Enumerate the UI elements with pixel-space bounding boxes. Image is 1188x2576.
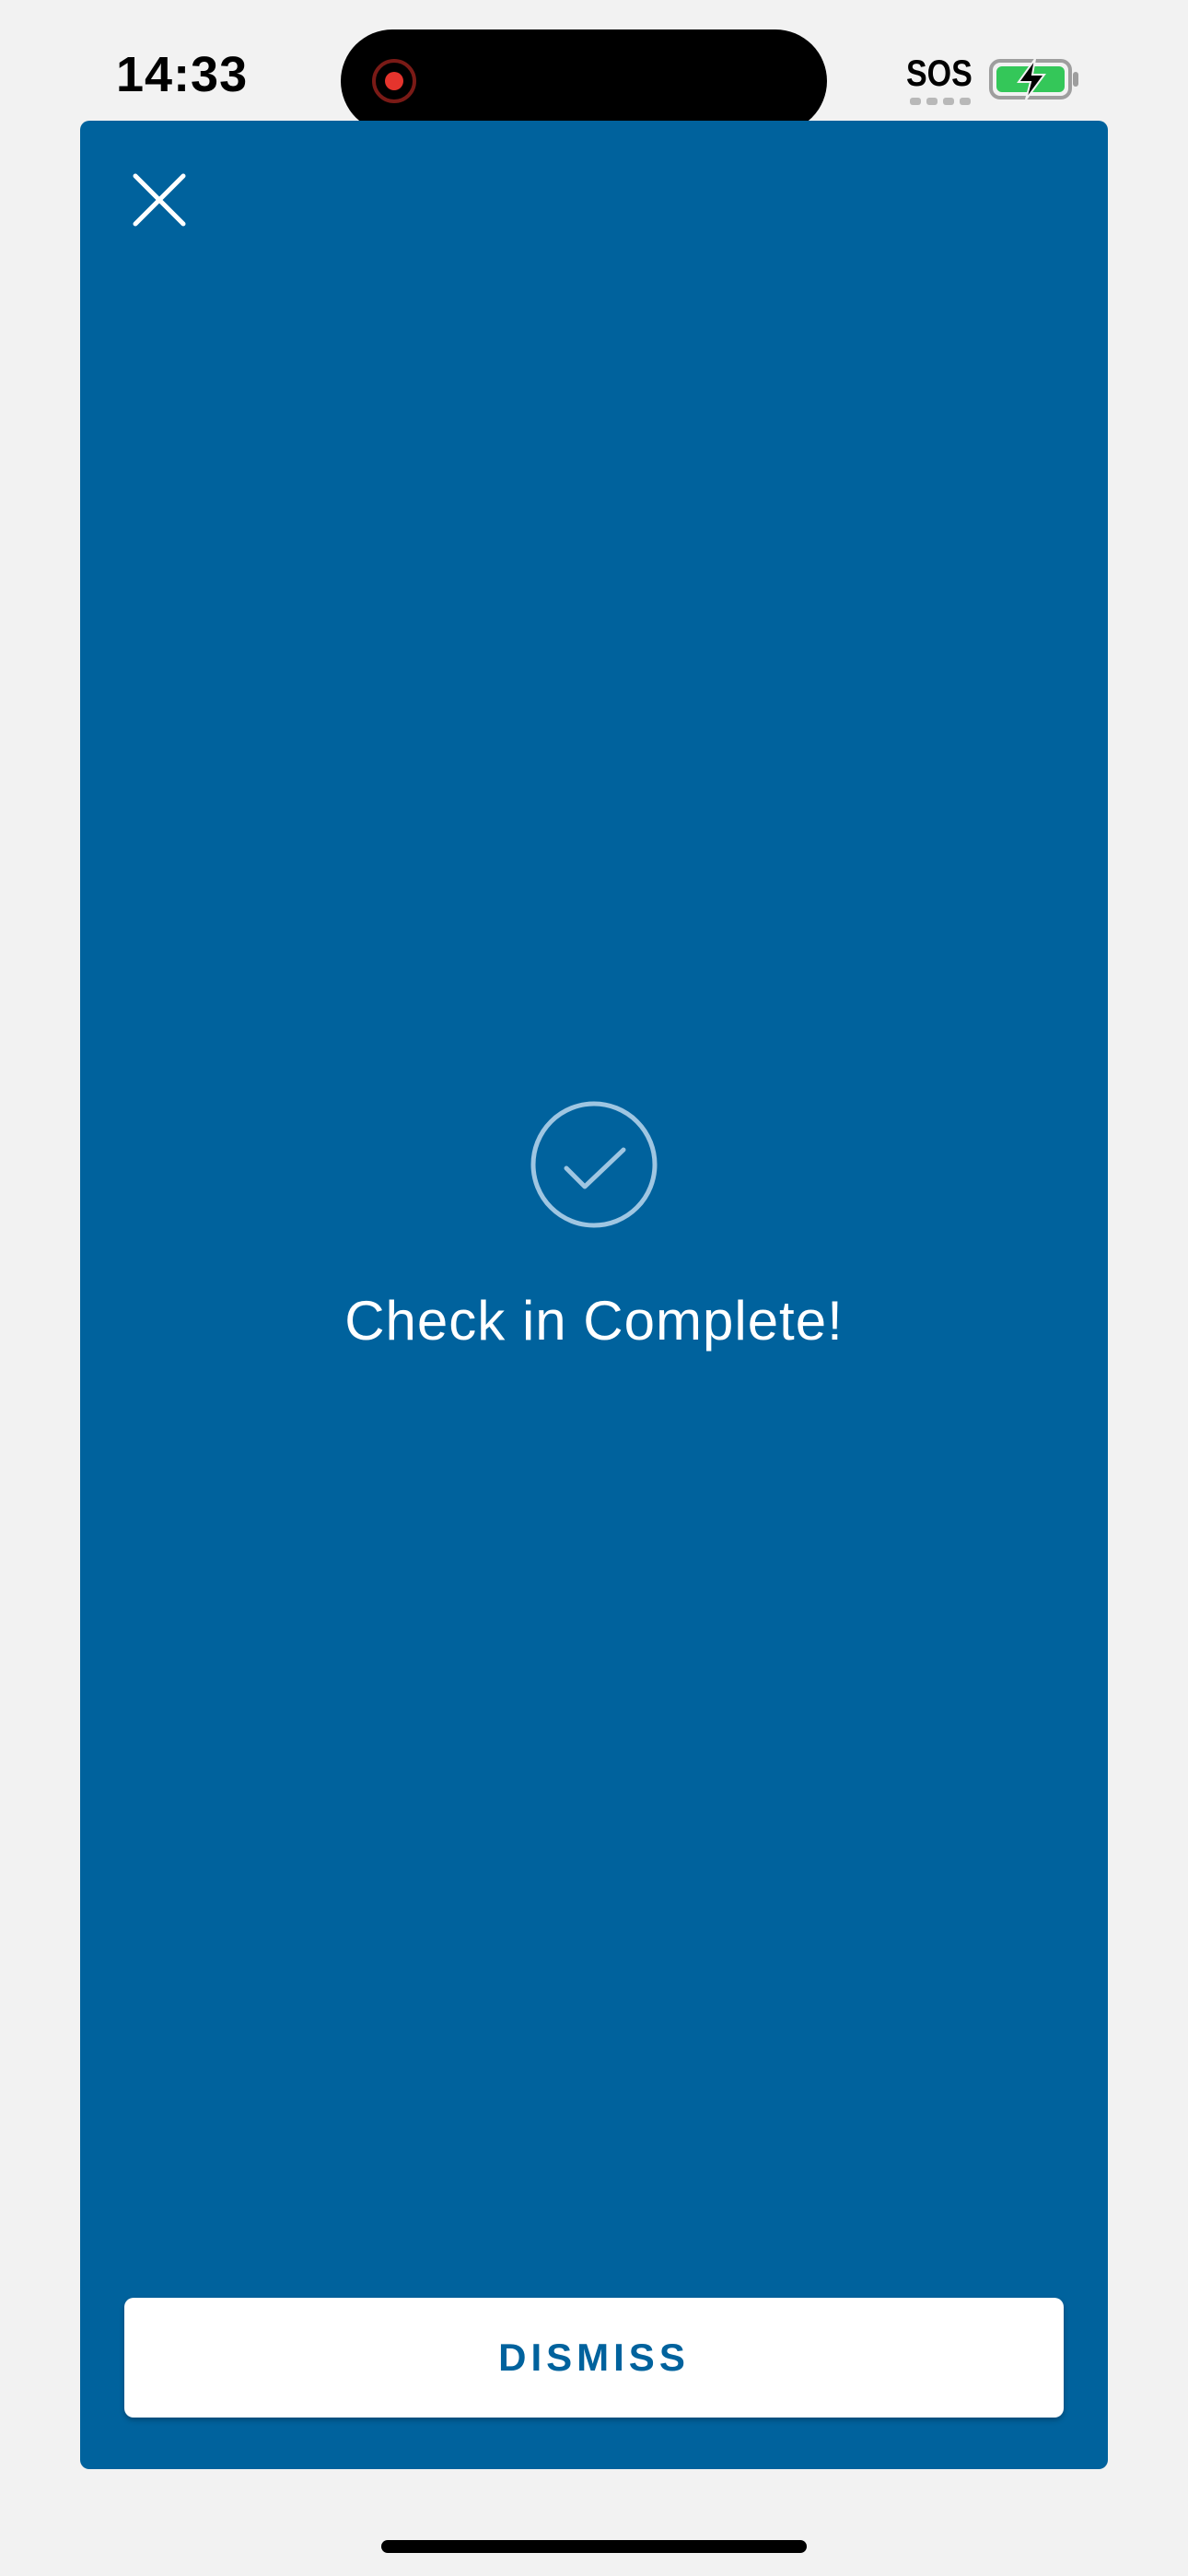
dismiss-button-label: DISMISS [498, 2336, 690, 2379]
status-bar: 14:33 SOS [0, 0, 1188, 133]
signal-icon [910, 98, 971, 105]
screen-recording-icon [372, 59, 416, 103]
completion-title: Check in Complete! [344, 1290, 844, 1352]
battery-charging-icon [989, 58, 1078, 100]
dismiss-button[interactable]: DISMISS [124, 2298, 1064, 2418]
carrier-label: SOS [906, 53, 973, 94]
home-indicator[interactable] [381, 2540, 807, 2553]
close-icon[interactable] [126, 167, 192, 233]
check-circle-icon [530, 1101, 658, 1228]
check-in-complete-modal: Check in Complete! DISMISS [80, 121, 1108, 2469]
clock: 14:33 [116, 47, 249, 102]
dynamic-island [341, 29, 827, 133]
